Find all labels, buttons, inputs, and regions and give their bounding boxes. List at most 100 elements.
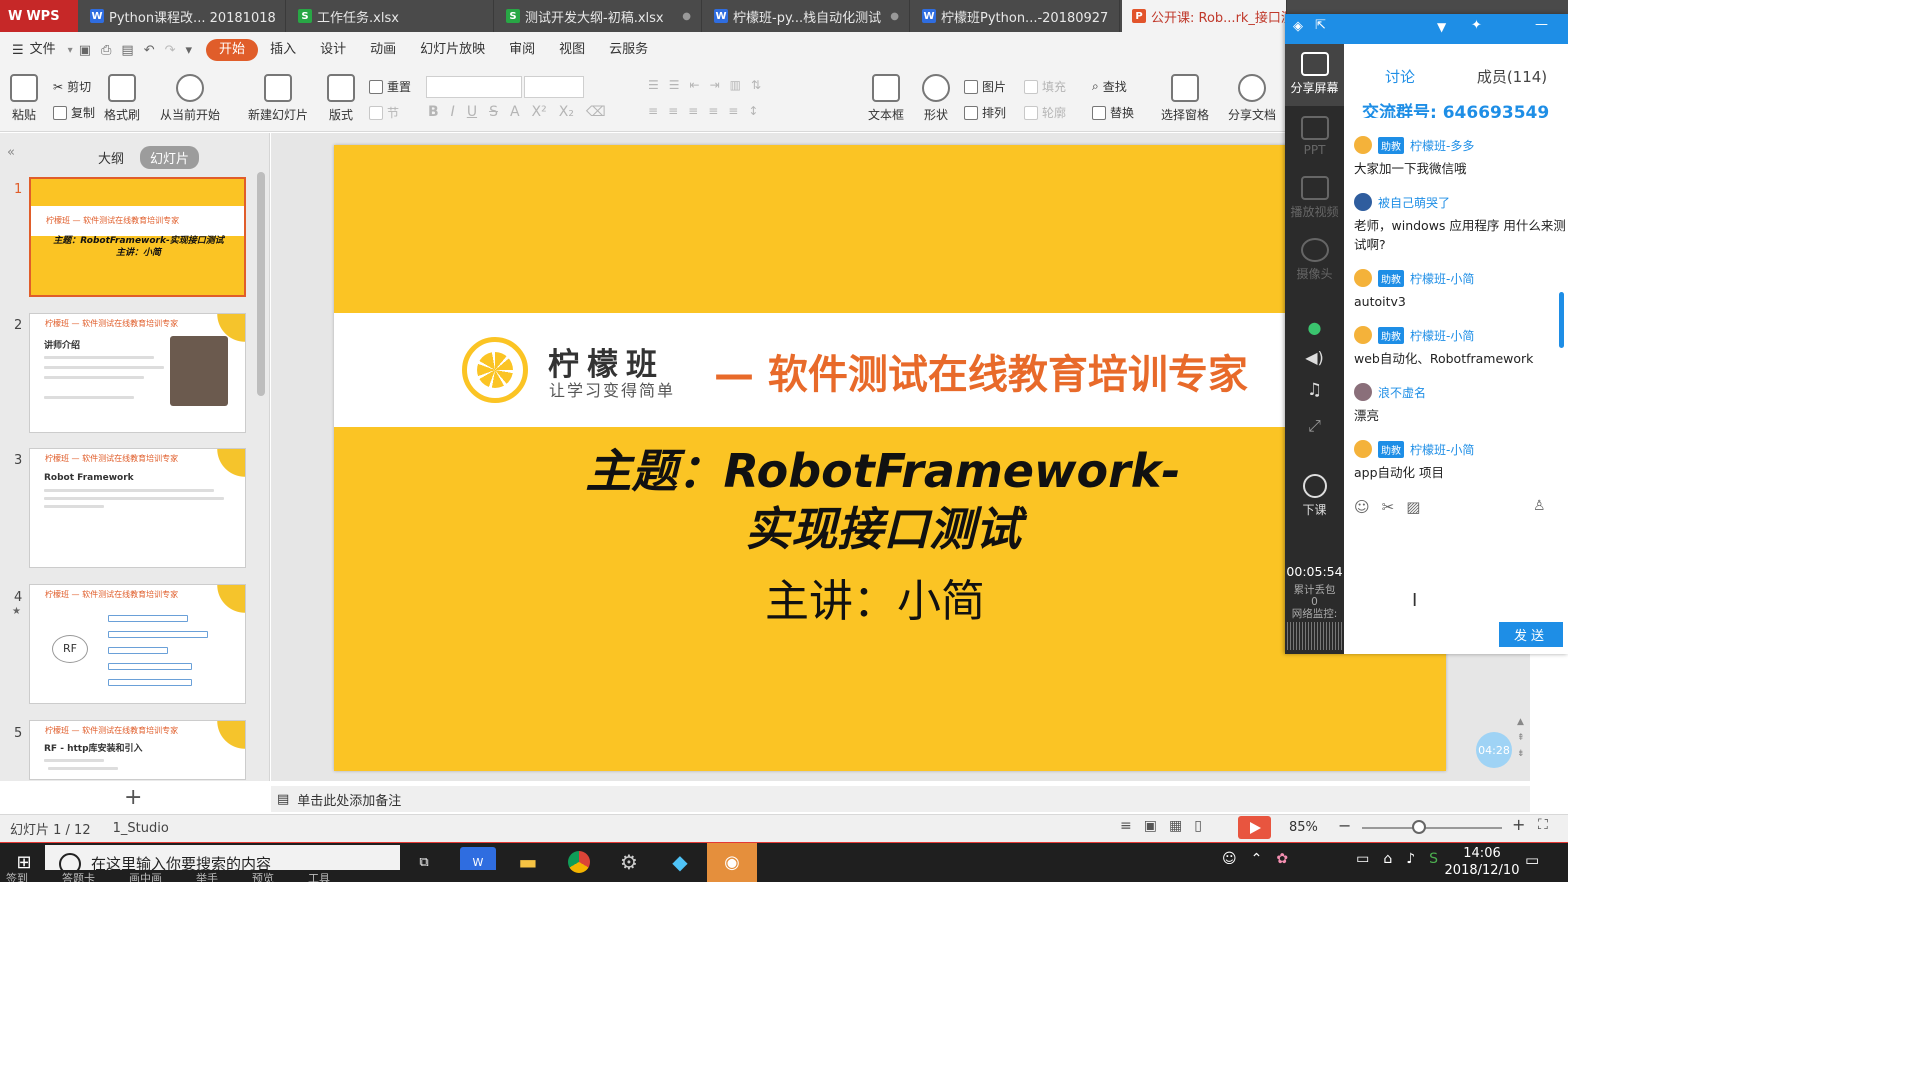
replace-button[interactable]: 替换 bbox=[1092, 104, 1134, 121]
shape-button[interactable]: 形状 bbox=[922, 74, 950, 123]
menu-insert[interactable]: 插入 bbox=[258, 39, 308, 61]
align-left-icon[interactable]: ≡ bbox=[648, 104, 658, 118]
tab-outline[interactable]: 大纲 bbox=[88, 146, 134, 169]
layout-button[interactable]: 版式 bbox=[327, 74, 355, 123]
mute-user-icon[interactable]: ♙ bbox=[1533, 498, 1546, 514]
pin-icon[interactable]: ✦ bbox=[1471, 18, 1482, 33]
strip-preview[interactable]: 预览 bbox=[252, 870, 274, 882]
slide-thumbnail-3[interactable]: 柠檬班 — 软件测试在线教育培训专家 Robot Framework bbox=[29, 448, 246, 568]
chat-username[interactable]: 柠檬班-小简 bbox=[1410, 270, 1474, 287]
justify-icon[interactable]: ≡ bbox=[708, 104, 718, 118]
menu-design[interactable]: 设计 bbox=[308, 39, 358, 61]
bullets-icon[interactable]: ☰ bbox=[648, 78, 659, 92]
menu-home[interactable]: 开始 bbox=[206, 39, 259, 61]
underline-icon[interactable]: U bbox=[467, 104, 477, 120]
select-pane-button[interactable]: 选择窗格 bbox=[1161, 74, 1209, 123]
save-icon[interactable]: ▣ bbox=[79, 43, 91, 58]
emoji-icon[interactable]: ☺ bbox=[1354, 498, 1370, 516]
font-size-select[interactable] bbox=[524, 76, 584, 98]
wps-menu-button[interactable]: W WPS bbox=[0, 0, 78, 32]
add-slide-button[interactable]: + bbox=[124, 785, 142, 810]
tab-open-class[interactable]: P 公开课: Rob...rk_接口测 bbox=[1122, 0, 1287, 32]
tray-expand-icon[interactable]: ⌃ bbox=[1251, 851, 1263, 867]
reading-view-icon[interactable]: ▯ bbox=[1194, 818, 1202, 834]
chat-username[interactable]: 被自己萌哭了 bbox=[1378, 194, 1450, 211]
app-diamond-icon[interactable]: ◆ bbox=[662, 847, 698, 877]
tab-lemon-python[interactable]: W 柠檬班Python...-20180927 bbox=[912, 0, 1120, 32]
strip-answer-card[interactable]: 答题卡 bbox=[62, 870, 95, 882]
align-center-icon[interactable]: ≡ bbox=[668, 104, 678, 118]
slideshow-play-button[interactable] bbox=[1238, 816, 1271, 839]
settings-gear-icon[interactable]: ⚙ bbox=[611, 847, 647, 877]
chat-username[interactable]: 柠檬班-小简 bbox=[1410, 327, 1474, 344]
ime-icon[interactable]: S bbox=[1429, 851, 1438, 867]
speaker-icon[interactable]: ◀) bbox=[1285, 348, 1344, 367]
undo-icon[interactable]: ↶ bbox=[144, 43, 155, 58]
menu-cloud[interactable]: 云服务 bbox=[597, 39, 660, 61]
distribute-icon[interactable]: ≡ bbox=[728, 104, 738, 118]
popout-icon[interactable]: ⇱ bbox=[1315, 18, 1326, 33]
strip-tools[interactable]: 工具 bbox=[308, 870, 330, 882]
outline-button[interactable]: 轮廓 bbox=[1024, 104, 1066, 121]
normal-view-icon[interactable]: ▣ bbox=[1144, 818, 1157, 834]
volume-icon[interactable]: ♪ bbox=[1406, 851, 1415, 867]
minimize-icon[interactable]: — bbox=[1535, 17, 1548, 32]
indent-decrease-icon[interactable]: ⇤ bbox=[690, 78, 700, 92]
align-right-icon[interactable]: ≡ bbox=[688, 104, 698, 118]
font-color-icon[interactable]: A bbox=[510, 104, 520, 120]
numbering-icon[interactable]: ☰ bbox=[669, 78, 680, 92]
menu-file[interactable]: 文件 bbox=[30, 39, 68, 61]
share-doc-button[interactable]: 分享文档 bbox=[1228, 74, 1276, 123]
slide-thumbnail-5[interactable]: 柠檬班 — 软件测试在线教育培训专家 RF - http库安装和引入 bbox=[29, 720, 246, 780]
tab-lemon-automation[interactable]: W 柠檬班-py...栈自动化测试 ● bbox=[704, 0, 910, 32]
menu-slideshow[interactable]: 幻灯片放映 bbox=[408, 39, 497, 61]
chat-input[interactable] bbox=[1352, 520, 1564, 616]
slide-thumbnail-4[interactable]: 柠檬班 — 软件测试在线教育培训专家 RF bbox=[29, 584, 246, 704]
play-video-button[interactable]: 播放视频 bbox=[1285, 176, 1344, 220]
columns-icon[interactable]: ▥ bbox=[730, 78, 741, 92]
tab-test-outline[interactable]: S 测试开发大纲-初稿.xlsx ● bbox=[496, 0, 702, 32]
chat-username[interactable]: 柠檬班-小简 bbox=[1410, 441, 1474, 458]
strip-checkin[interactable]: 签到 bbox=[6, 870, 28, 882]
chevron-down-icon[interactable]: ▾ bbox=[68, 45, 73, 56]
cut-button[interactable]: ✂ 剪切 bbox=[53, 78, 91, 95]
ppt-button[interactable]: PPT bbox=[1285, 116, 1344, 157]
print-preview-icon[interactable]: ▤ bbox=[121, 43, 133, 58]
redo-icon[interactable]: ↷ bbox=[165, 43, 176, 58]
tab-work-tasks[interactable]: S 工作任务.xlsx bbox=[288, 0, 494, 32]
chat-username[interactable]: 浪不虚名 bbox=[1378, 384, 1426, 401]
mic-icon[interactable]: ● bbox=[1285, 318, 1344, 337]
hamburger-icon[interactable]: ☰ bbox=[12, 43, 24, 58]
print-icon[interactable]: ⎙ bbox=[101, 43, 111, 58]
customize-icon[interactable]: ▾ bbox=[186, 43, 193, 58]
slide-panel-scrollbar[interactable] bbox=[257, 172, 265, 396]
superscript-icon[interactable]: X² bbox=[532, 104, 547, 120]
arrange-button[interactable]: 排列 bbox=[964, 104, 1006, 121]
people-icon[interactable]: ☺ bbox=[1222, 851, 1237, 867]
slide-thumbnail-2[interactable]: 柠檬班 — 软件测试在线教育培训专家 讲师介绍 bbox=[29, 313, 246, 433]
camera-button[interactable]: 摄像头 bbox=[1285, 238, 1344, 282]
slide-thumbnail-1[interactable]: 柠檬班 — 软件测试在线教育培训专家 主题：RobotFramework-实现接… bbox=[29, 177, 246, 297]
tab-python-course[interactable]: W Python课程改... 20181018 bbox=[80, 0, 286, 32]
music-icon[interactable]: ♫ bbox=[1285, 380, 1344, 400]
flower-icon[interactable]: ✿ bbox=[1276, 851, 1288, 867]
zoom-in-icon[interactable]: + bbox=[1512, 815, 1525, 834]
line-spacing-icon[interactable]: ↕ bbox=[748, 104, 758, 118]
end-class-button[interactable]: 下课 bbox=[1285, 474, 1344, 518]
notes-toggle-icon[interactable]: ≡ bbox=[1120, 818, 1132, 834]
find-button[interactable]: ⌕ 查找 bbox=[1092, 78, 1127, 95]
italic-icon[interactable]: I bbox=[451, 104, 455, 120]
font-name-select[interactable] bbox=[426, 76, 522, 98]
fit-window-icon[interactable]: ⛶ bbox=[1538, 817, 1548, 833]
collapse-panel-icon[interactable]: « bbox=[7, 145, 15, 160]
current-slide[interactable]: 柠檬班 让学习变得简单 — 软件测试在线教育培训专家 主题：RobotFrame… bbox=[334, 145, 1446, 771]
zoom-level[interactable]: 85% bbox=[1289, 820, 1318, 835]
chrome-icon[interactable] bbox=[561, 847, 597, 877]
menu-animation[interactable]: 动画 bbox=[358, 39, 408, 61]
new-slide-button[interactable]: 新建幻灯片 bbox=[248, 74, 308, 123]
screenshot-scissors-icon[interactable]: ✂ bbox=[1382, 498, 1395, 516]
fullscreen-icon[interactable]: ⤢ bbox=[1285, 416, 1344, 436]
menu-review[interactable]: 审阅 bbox=[497, 39, 547, 61]
chat-scrollbar[interactable] bbox=[1559, 292, 1564, 348]
subscript-icon[interactable]: X₂ bbox=[559, 104, 574, 120]
